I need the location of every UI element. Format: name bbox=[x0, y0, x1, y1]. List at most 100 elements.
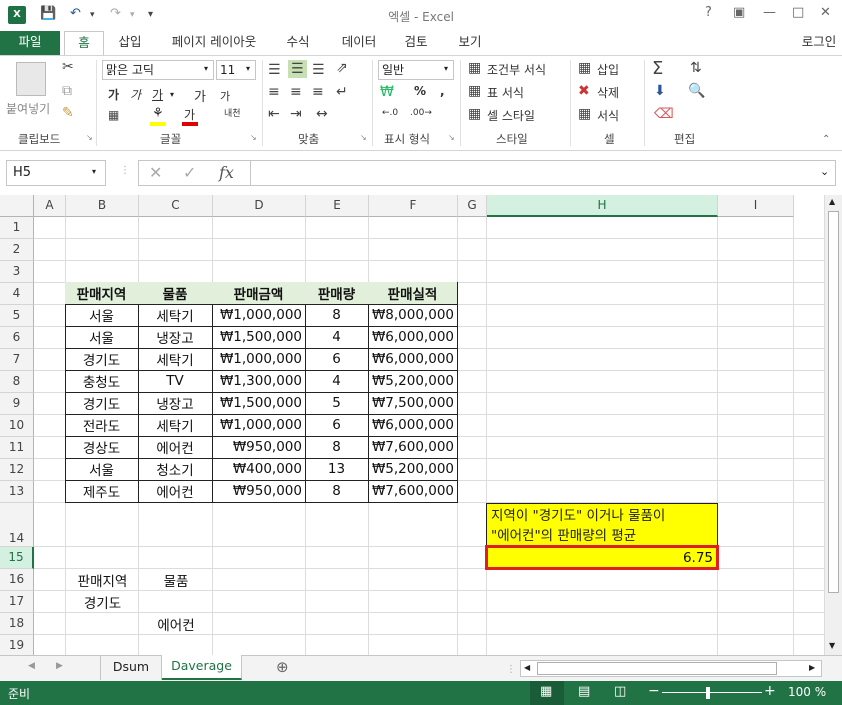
zoom-in-icon[interactable]: + bbox=[764, 683, 776, 699]
clear-icon[interactable]: ⌫ bbox=[654, 106, 674, 122]
table-cell[interactable]: ₩8,000,000 bbox=[368, 304, 458, 327]
table-cell[interactable]: ₩7,600,000 bbox=[368, 436, 458, 459]
row-header-7[interactable]: 7 bbox=[0, 349, 34, 371]
zoom-out-icon[interactable]: − bbox=[648, 683, 660, 699]
table-cell[interactable]: ₩1,300,000 bbox=[212, 370, 306, 393]
align-middle-icon[interactable]: ☰ bbox=[288, 60, 307, 78]
scroll-right-icon[interactable]: ▶ bbox=[809, 663, 815, 672]
table-cell[interactable]: TV bbox=[138, 370, 213, 393]
worksheet-grid[interactable]: A B C D E F G H I 1 2 3 4 5 6 7 8 9 10 11 12 13 14 15 16 17 18 19 판매… bbox=[0, 195, 824, 655]
column-header-f[interactable]: F bbox=[369, 195, 458, 217]
row-header-3[interactable]: 3 bbox=[0, 261, 34, 283]
delete-cells-button[interactable]: 삭제 bbox=[597, 84, 619, 101]
criteria-header-region[interactable]: 판매지역 bbox=[66, 569, 139, 591]
cancel-icon[interactable]: ✕ bbox=[149, 163, 162, 182]
table-cell[interactable]: 4 bbox=[305, 326, 369, 349]
align-top-icon[interactable]: ☰ bbox=[268, 62, 281, 78]
number-format-select[interactable]: 일반 bbox=[378, 60, 454, 80]
row-header-2[interactable]: 2 bbox=[0, 239, 34, 261]
format-as-table-icon[interactable]: ▦ bbox=[468, 83, 481, 99]
expand-formula-bar-icon[interactable]: ⌄ bbox=[820, 165, 829, 178]
table-cell[interactable]: 서울 bbox=[65, 326, 139, 349]
decrease-decimal-icon[interactable]: .00→ bbox=[410, 108, 432, 118]
orientation-icon[interactable]: ⇗ bbox=[336, 60, 348, 76]
table-cell[interactable]: 세탁기 bbox=[138, 304, 213, 327]
column-header-c[interactable]: C bbox=[139, 195, 213, 217]
row-header-15[interactable]: 15 bbox=[0, 547, 34, 569]
font-size-dropdown-icon[interactable]: ▾ bbox=[246, 64, 250, 73]
table-cell[interactable]: 8 bbox=[305, 436, 369, 459]
table-header-cell[interactable]: 판매량 bbox=[305, 282, 369, 305]
criteria-value-item[interactable]: 에어컨 bbox=[139, 613, 213, 635]
table-cell[interactable]: ₩1,500,000 bbox=[212, 326, 306, 349]
table-cell[interactable]: 서울 bbox=[65, 304, 139, 327]
fill-color-icon[interactable]: ⚘ bbox=[152, 106, 164, 121]
new-sheet-icon[interactable]: ⊕ bbox=[276, 658, 289, 676]
comma-icon[interactable]: , bbox=[440, 84, 445, 98]
table-header-cell[interactable]: 판매금액 bbox=[212, 282, 306, 305]
table-cell[interactable]: 8 bbox=[305, 304, 369, 327]
table-cell[interactable]: 서울 bbox=[65, 458, 139, 481]
table-cell[interactable]: ₩950,000 bbox=[212, 480, 306, 503]
alignment-launcher-icon[interactable]: ↘ bbox=[360, 133, 367, 142]
align-left-icon[interactable]: ≡ bbox=[268, 84, 280, 100]
border-icon[interactable]: ▦ bbox=[108, 108, 119, 122]
zoom-level[interactable]: 100 % bbox=[788, 685, 826, 699]
horizontal-scroll-thumb[interactable] bbox=[537, 662, 777, 675]
tab-data[interactable]: 데이터 bbox=[334, 31, 384, 55]
page-break-view-icon[interactable]: ◫ bbox=[614, 684, 626, 699]
row-header-16[interactable]: 16 bbox=[0, 569, 34, 591]
vertical-scroll-thumb[interactable] bbox=[828, 211, 839, 593]
minimize-icon[interactable]: — bbox=[763, 5, 776, 20]
table-header-cell[interactable]: 물품 bbox=[138, 282, 213, 305]
table-cell[interactable]: ₩6,000,000 bbox=[368, 326, 458, 349]
row-header-19[interactable]: 19 bbox=[0, 635, 34, 655]
row-header-10[interactable]: 10 bbox=[0, 415, 34, 437]
table-cell[interactable]: 세탁기 bbox=[138, 414, 213, 437]
insert-cells-button[interactable]: 삽입 bbox=[597, 61, 619, 78]
table-cell[interactable]: ₩950,000 bbox=[212, 436, 306, 459]
next-sheet-icon[interactable]: ▶ bbox=[56, 661, 63, 671]
table-cell[interactable]: ₩5,200,000 bbox=[368, 370, 458, 393]
conditional-formatting-button[interactable]: 조건부 서식 bbox=[487, 61, 546, 78]
row-header-1[interactable]: 1 bbox=[0, 217, 34, 239]
sheet-tab-daverage[interactable]: Daverage bbox=[162, 655, 242, 680]
sort-filter-icon[interactable]: ⇅ bbox=[690, 60, 702, 76]
table-cell[interactable]: ₩1,500,000 bbox=[212, 392, 306, 415]
help-icon[interactable]: ? bbox=[705, 5, 712, 20]
underline-dropdown-icon[interactable]: ▾ bbox=[170, 90, 174, 99]
conditional-formatting-icon[interactable]: ▦ bbox=[468, 60, 481, 76]
row-header-12[interactable]: 12 bbox=[0, 459, 34, 481]
delete-cells-icon[interactable]: ✖ bbox=[578, 83, 590, 99]
font-launcher-icon[interactable]: ↘ bbox=[250, 133, 257, 142]
split-handle-icon[interactable]: ⋮ bbox=[506, 664, 516, 675]
number-format-dropdown-icon[interactable]: ▾ bbox=[444, 64, 448, 73]
insert-cells-icon[interactable]: ▦ bbox=[578, 60, 591, 76]
table-cell[interactable]: ₩7,500,000 bbox=[368, 392, 458, 415]
bold-button[interactable]: 가 bbox=[108, 86, 119, 103]
percent-icon[interactable]: % bbox=[414, 84, 426, 98]
table-cell[interactable]: ₩1,000,000 bbox=[212, 414, 306, 437]
column-header-d[interactable]: D bbox=[213, 195, 306, 217]
name-box-dropdown-icon[interactable]: ▾ bbox=[92, 167, 96, 176]
row-header-17[interactable]: 17 bbox=[0, 591, 34, 613]
tab-home[interactable]: 홈 bbox=[64, 31, 104, 55]
find-select-icon[interactable]: 🔍 bbox=[688, 83, 705, 99]
table-header-cell[interactable]: 판매지역 bbox=[65, 282, 139, 305]
phonetic-button[interactable]: 내천 bbox=[224, 106, 241, 119]
row-header-13[interactable]: 13 bbox=[0, 481, 34, 503]
italic-button[interactable]: 가 bbox=[130, 86, 141, 103]
cell-styles-button[interactable]: 셀 스타일 bbox=[487, 107, 535, 124]
table-cell[interactable]: ₩6,000,000 bbox=[368, 348, 458, 371]
tab-formulas[interactable]: 수식 bbox=[278, 31, 318, 55]
font-name-select[interactable]: 맑은 고딕 bbox=[102, 60, 214, 80]
maximize-icon[interactable]: □ bbox=[792, 5, 804, 20]
paste-button[interactable]: 붙여넣기 bbox=[6, 100, 50, 117]
zoom-slider-thumb[interactable] bbox=[706, 687, 710, 699]
zoom-slider[interactable] bbox=[662, 692, 762, 693]
name-box[interactable]: H5 bbox=[6, 160, 106, 186]
wrap-text-icon[interactable]: ↵ bbox=[336, 84, 348, 100]
scroll-left-icon[interactable]: ◀ bbox=[524, 663, 530, 672]
row-header-14[interactable]: 14 bbox=[0, 503, 34, 547]
table-cell[interactable]: ₩400,000 bbox=[212, 458, 306, 481]
